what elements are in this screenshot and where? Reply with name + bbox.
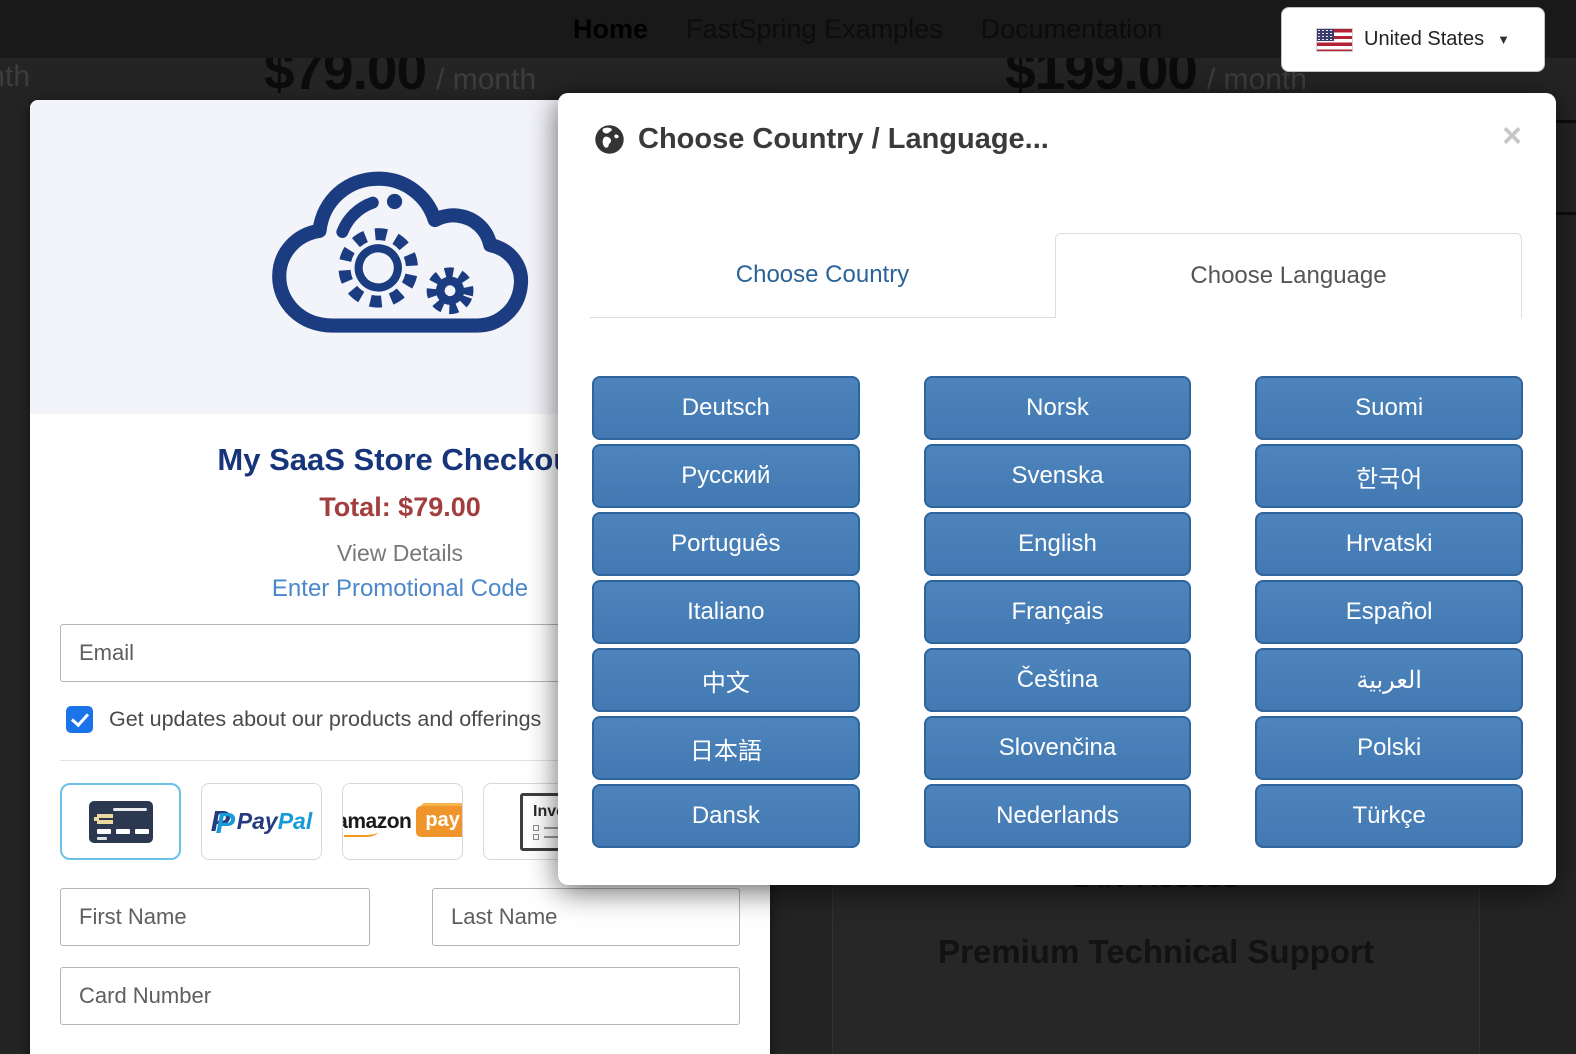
close-icon[interactable]: × (1502, 119, 1522, 153)
language-button-portugues[interactable]: Português (592, 512, 860, 576)
nav-item-fastspring-examples[interactable]: FastSpring Examples (686, 14, 943, 45)
payment-credit-card-button[interactable] (60, 783, 181, 860)
top-nav: Home FastSpring Examples Documentation (573, 0, 1162, 58)
screen: Home FastSpring Examples Documentation /… (0, 0, 1576, 1054)
language-button-francais[interactable]: Français (923, 580, 1192, 644)
offscreen-price-fragment: / month (0, 60, 31, 93)
language-button-cestina[interactable]: Čeština (923, 648, 1192, 712)
modal-title: Choose Country / Language... (638, 123, 1049, 155)
first-name-input[interactable] (60, 888, 370, 946)
modal-tabs: Choose Country Choose Language (590, 233, 1522, 318)
chevron-down-icon: ▼ (1497, 32, 1510, 47)
language-button-nederlands[interactable]: Nederlands (923, 784, 1192, 848)
language-button-korean[interactable]: 한국어 (1255, 444, 1523, 508)
language-button-svenska[interactable]: Svenska (923, 444, 1192, 508)
country-selector-label: United States (1364, 28, 1485, 50)
background-feature-support: Premium Technical Support (938, 933, 1374, 970)
nav-item-documentation[interactable]: Documentation (981, 14, 1163, 45)
language-button-russian[interactable]: Русский (592, 444, 860, 508)
nav-item-home[interactable]: Home (573, 14, 648, 45)
language-button-norsk[interactable]: Norsk (923, 376, 1192, 440)
language-button-chinese[interactable]: 中文 (592, 648, 860, 712)
amazon-pay-logo: amazon pay (343, 806, 462, 837)
language-button-japanese[interactable]: 日本語 (592, 716, 860, 780)
language-button-english[interactable]: English (923, 512, 1192, 576)
language-button-suomi[interactable]: Suomi (1255, 376, 1523, 440)
payment-paypal-button[interactable]: PP PayPal (201, 783, 322, 860)
language-button-deutsch[interactable]: Deutsch (592, 376, 860, 440)
country-selector[interactable]: United States ▼ (1281, 7, 1545, 72)
payment-amazon-pay-button[interactable]: amazon pay (342, 783, 463, 860)
cloud-gears-logo (272, 171, 529, 333)
language-button-espanol[interactable]: Español (1255, 580, 1523, 644)
language-button-turkce[interactable]: Türkçe (1255, 784, 1523, 848)
tab-choose-language[interactable]: Choose Language (1055, 233, 1522, 318)
language-button-hrvatski[interactable]: Hrvatski (1255, 512, 1523, 576)
language-button-italiano[interactable]: Italiano (592, 580, 860, 644)
paypal-logo: PP PayPal (210, 805, 313, 840)
language-button-slovencina[interactable]: Slovenčina (923, 716, 1192, 780)
tab-choose-country[interactable]: Choose Country (590, 233, 1055, 318)
language-button-polski[interactable]: Polski (1255, 716, 1523, 780)
credit-card-icon (88, 800, 153, 843)
price-period: / month (436, 63, 537, 96)
last-name-input[interactable] (432, 888, 740, 946)
updates-checkbox[interactable] (66, 706, 93, 733)
language-button-dansk[interactable]: Dansk (592, 784, 860, 848)
country-language-modal: Choose Country / Language... × Choose Co… (558, 93, 1556, 885)
modal-header: Choose Country / Language... (594, 123, 1049, 156)
card-number-input[interactable] (60, 967, 740, 1025)
name-fields-row (60, 888, 740, 946)
language-grid: Deutsch Русский Português Italiano 中文 日本… (592, 376, 1523, 848)
updates-checkbox-label: Get updates about our products and offer… (109, 707, 542, 731)
globe-icon (595, 125, 624, 154)
language-button-arabic[interactable]: العربية (1255, 648, 1523, 712)
us-flag-icon (1316, 27, 1354, 52)
